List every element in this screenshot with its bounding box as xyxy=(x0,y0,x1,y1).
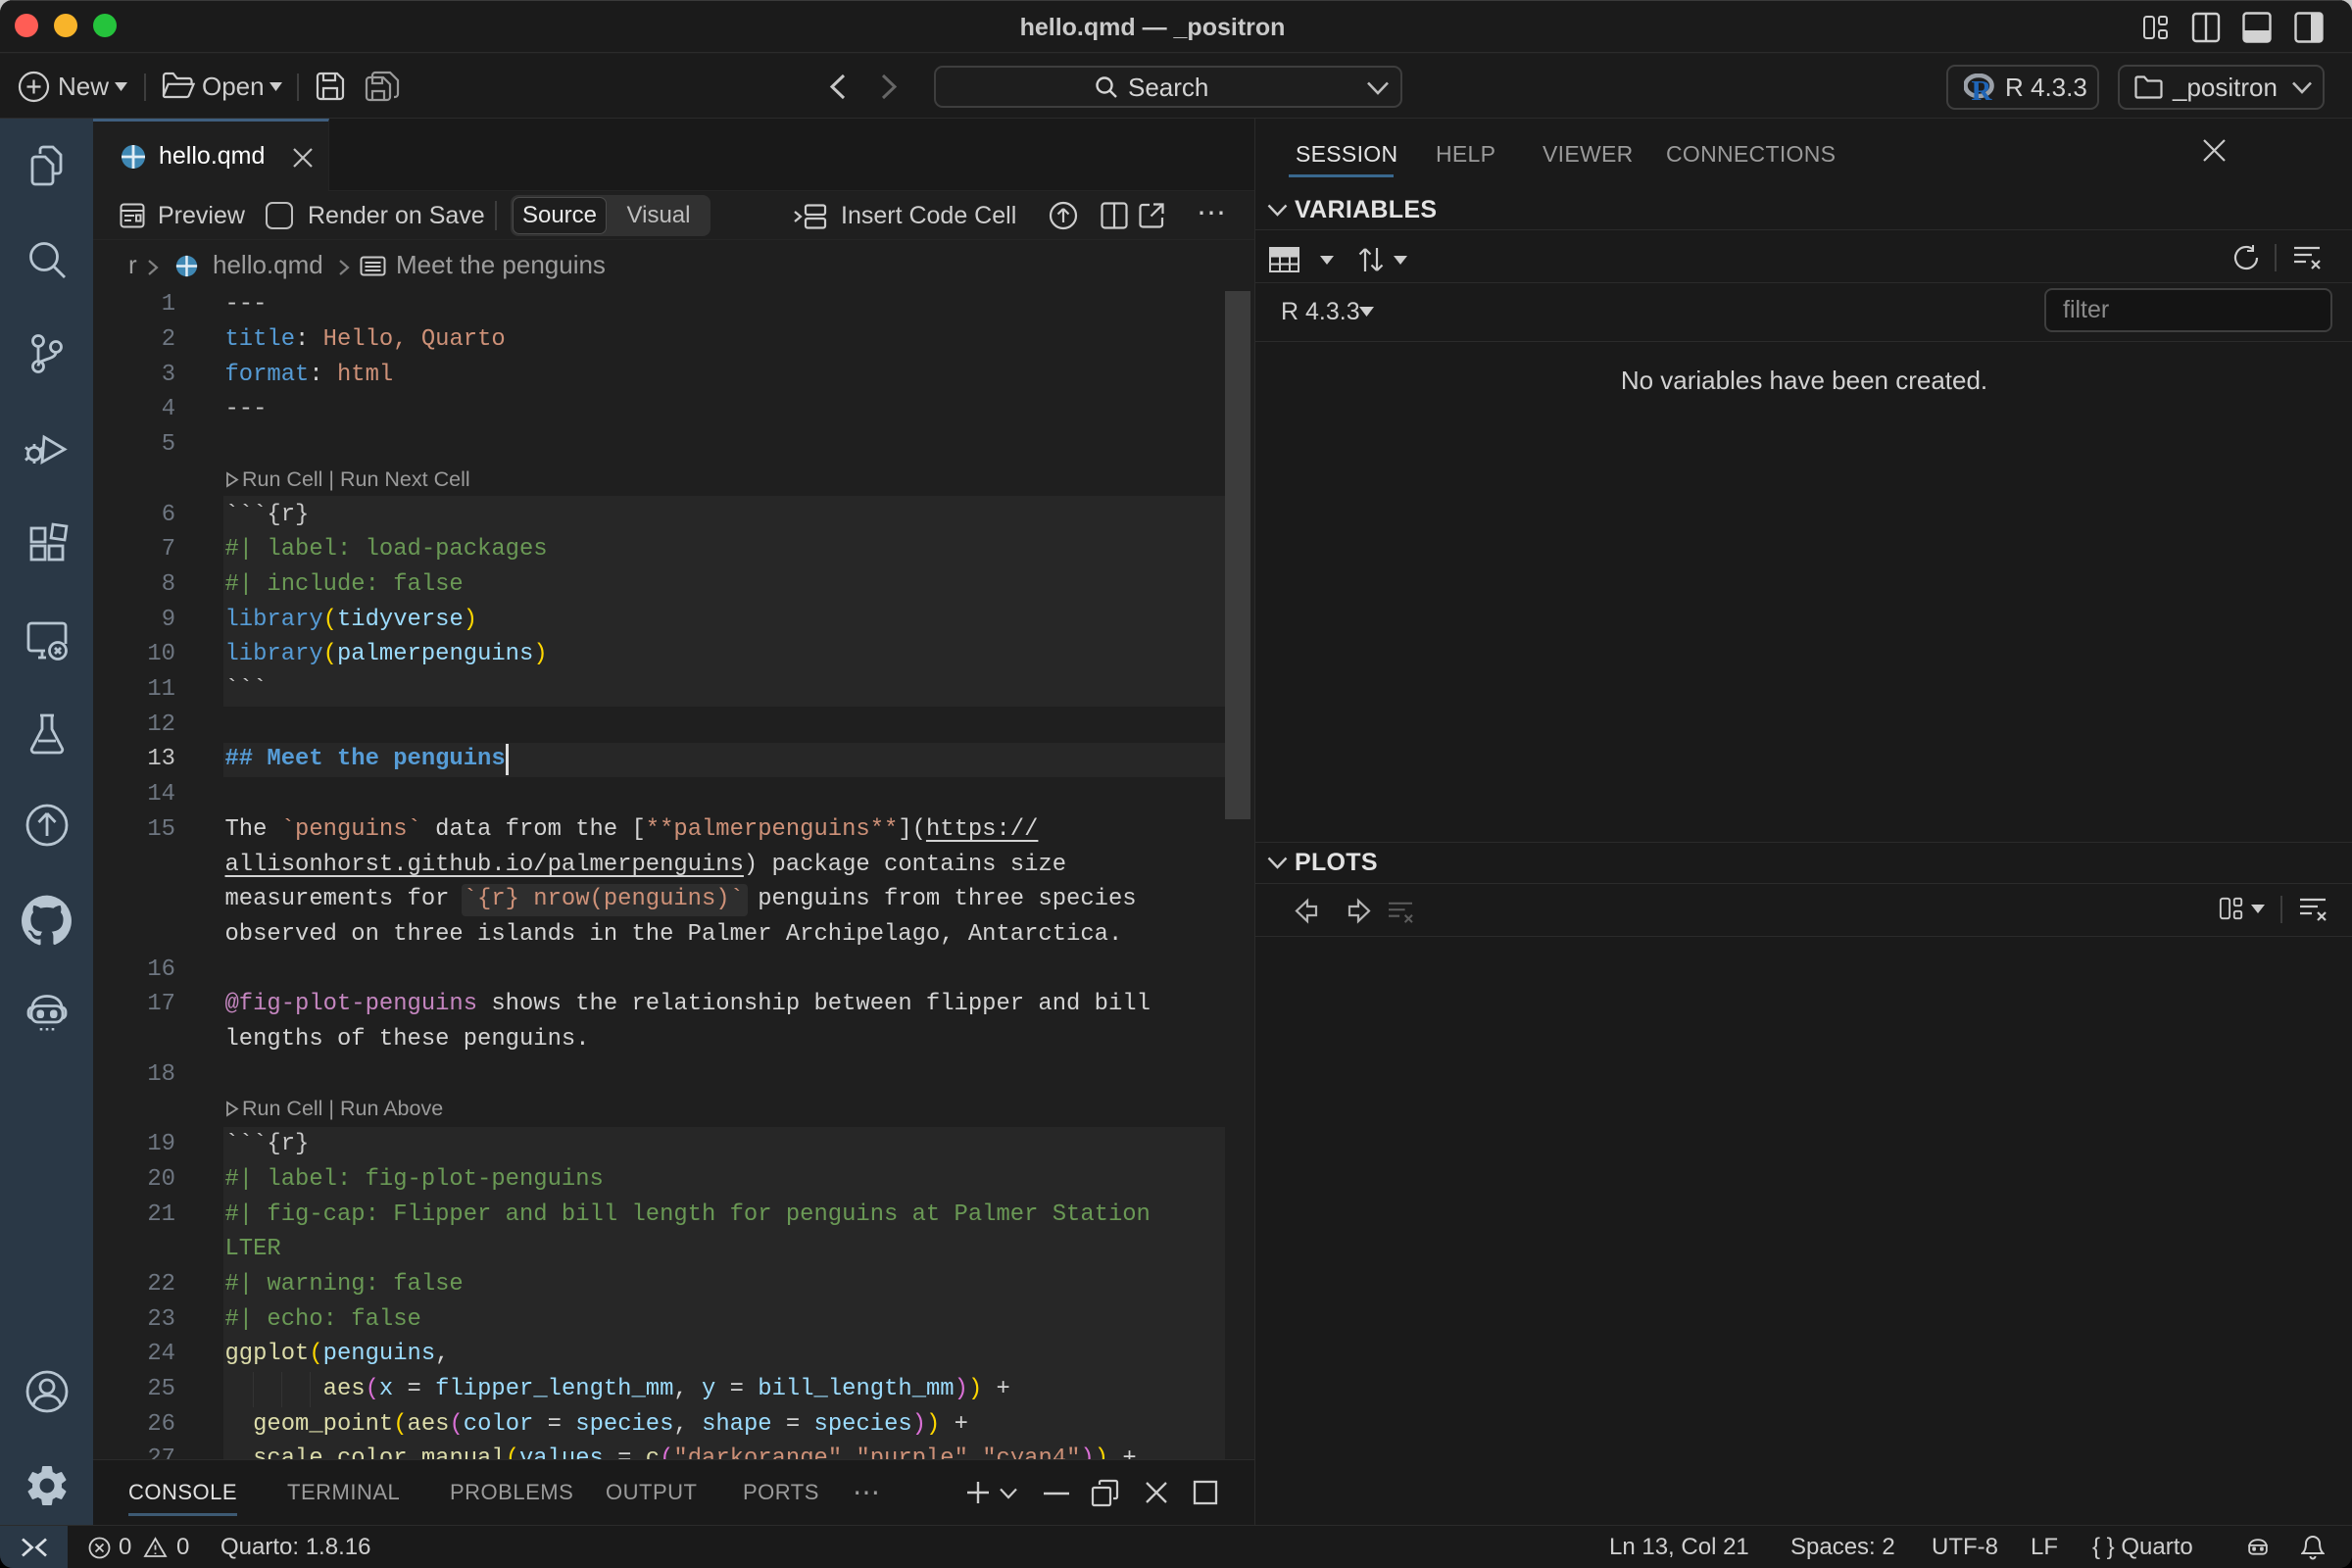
svg-text:R: R xyxy=(1972,75,1993,101)
